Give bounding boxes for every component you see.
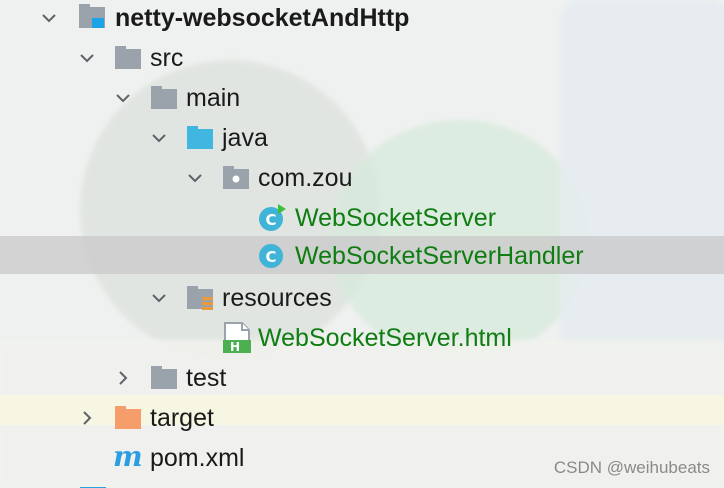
- tree-item-label: test: [186, 364, 227, 392]
- chevron-down-icon[interactable]: [150, 129, 168, 147]
- tree-item-test[interactable]: test: [0, 358, 724, 398]
- folder-icon: [150, 84, 178, 112]
- tree-item-main[interactable]: main: [0, 78, 724, 118]
- module-icon: [78, 2, 106, 30]
- folder-icon: [114, 44, 142, 72]
- source-folder-icon: [186, 124, 214, 152]
- tree-item-root[interactable]: netty-websocketAndHttp: [0, 0, 724, 38]
- svg-text:C: C: [265, 211, 276, 229]
- chevron-down-icon[interactable]: [40, 9, 58, 27]
- svg-text:C: C: [265, 248, 276, 266]
- tree-item-java[interactable]: java: [0, 118, 724, 158]
- tree-item-file[interactable]: H WebSocketServer.html: [0, 318, 724, 358]
- tree-item-label: WebSocketServer.html: [258, 324, 512, 352]
- tree-item-label: com.zou: [258, 164, 353, 192]
- excluded-folder-icon: [114, 404, 142, 432]
- maven-icon: m: [112, 440, 146, 473]
- watermark: CSDN @weihubeats: [553, 458, 710, 477]
- resources-folder-icon: [186, 284, 214, 312]
- maven-icon: [78, 478, 112, 488]
- tree-item-label: main: [186, 84, 241, 112]
- tree-item-class-selected[interactable]: C WebSocketServerHandler: [0, 236, 724, 274]
- chevron-right-icon[interactable]: [78, 409, 96, 427]
- chevron-down-icon[interactable]: [78, 49, 96, 67]
- html-file-icon: H: [222, 322, 251, 354]
- tree-item-src[interactable]: src: [0, 38, 724, 78]
- tree-item-label: WebSocketServerHandler: [295, 242, 584, 270]
- tree-item-label: src: [150, 44, 184, 72]
- tree-item-resources[interactable]: resources: [0, 278, 724, 318]
- chevron-down-icon[interactable]: [114, 89, 132, 107]
- tree-item-label: WebSocketServer: [295, 204, 497, 232]
- package-icon: [222, 164, 250, 192]
- tree-item-label: target: [150, 404, 214, 432]
- tree-item-package[interactable]: com.zou: [0, 158, 724, 198]
- tree-item-label: netty-websocketAndHttp: [115, 4, 410, 32]
- svg-text:H: H: [230, 340, 240, 354]
- chevron-right-icon[interactable]: [114, 369, 132, 387]
- tree-item-label: pom.xml: [150, 444, 245, 472]
- chevron-down-icon[interactable]: [150, 289, 168, 307]
- class-icon: C: [258, 204, 286, 232]
- svg-text:m: m: [113, 442, 143, 472]
- tree-item-partial[interactable]: [0, 478, 724, 488]
- chevron-down-icon[interactable]: [186, 169, 204, 187]
- class-icon: C: [258, 241, 286, 269]
- tree-item-target[interactable]: target: [0, 398, 724, 438]
- tree-item-label: java: [222, 124, 268, 152]
- tree-item-class[interactable]: C WebSocketServer: [0, 198, 724, 238]
- tree-item-label: resources: [222, 284, 332, 312]
- folder-icon: [150, 364, 178, 392]
